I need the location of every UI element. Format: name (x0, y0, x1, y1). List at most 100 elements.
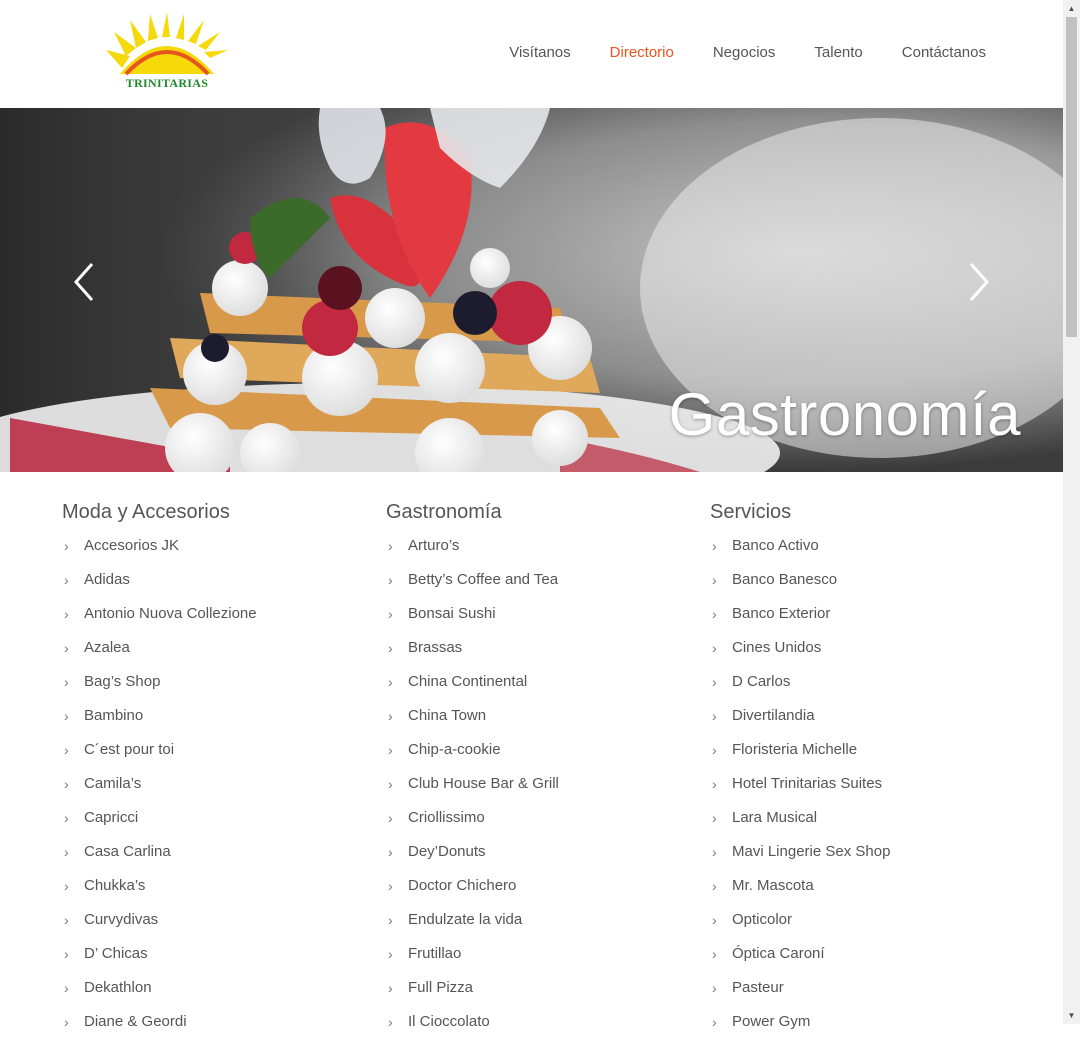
store-link[interactable]: Bambino (84, 706, 143, 726)
store-link[interactable]: Doctor Chichero (408, 876, 516, 896)
store-link[interactable]: Arturo’s (408, 536, 459, 556)
store-link[interactable]: Brassas (408, 638, 462, 658)
store-link[interactable]: Dey’Donuts (408, 842, 486, 862)
store-link[interactable]: C´est pour toi (84, 740, 174, 760)
chevron-right-icon: › (64, 640, 69, 656)
directory-column-moda: Moda y Accesorios › Accesorios JK › Adidas… (62, 500, 362, 1046)
list-item: › Bambino (62, 706, 362, 740)
store-link[interactable]: Curvydivas (84, 910, 158, 930)
chevron-right-icon: › (388, 674, 393, 690)
store-link[interactable]: Dekathlon (84, 978, 152, 998)
slider-prev-button[interactable] (70, 260, 100, 304)
store-link[interactable]: Endulzate la vida (408, 910, 522, 930)
store-link[interactable]: Chip-a-cookie (408, 740, 501, 760)
store-link[interactable]: Opticolor (732, 910, 792, 930)
store-link[interactable]: Camila’s (84, 774, 141, 794)
chevron-right-icon: › (712, 1014, 717, 1030)
list-item: › Camila’s (62, 774, 362, 808)
store-link[interactable]: Mavi Lingerie Sex Shop (732, 842, 890, 862)
list-item: › Banco Exterior (710, 604, 1010, 638)
store-link[interactable]: Criollissimo (408, 808, 485, 828)
list-item: › D Carlos (710, 672, 1010, 706)
store-link[interactable]: China Continental (408, 672, 527, 692)
nav-item-visitanos[interactable]: Visítanos (509, 44, 570, 61)
store-link[interactable]: Frutillao (408, 944, 461, 964)
store-link[interactable]: Óptica Caroní (732, 944, 825, 964)
store-link[interactable]: D Carlos (732, 672, 790, 692)
chevron-right-icon: › (388, 776, 393, 792)
store-link[interactable]: Betty’s Coffee and Tea (408, 570, 558, 590)
chevron-right-icon: › (64, 844, 69, 860)
store-link[interactable]: Banco Activo (732, 536, 819, 556)
store-link[interactable]: Azalea (84, 638, 130, 658)
store-link[interactable]: Lara Musical (732, 808, 817, 828)
list-item: › Arturo’s (386, 536, 686, 570)
store-link[interactable]: Cines Unidos (732, 638, 821, 658)
list-item: › Club House Bar & Grill (386, 774, 686, 808)
list-item: › Lara Musical (710, 808, 1010, 842)
store-link[interactable]: Accesorios JK (84, 536, 179, 556)
directory-column-servicios: Servicios › Banco Activo › Banco Banesco ›… (710, 500, 1010, 1046)
store-link[interactable]: Divertilandia (732, 706, 815, 726)
store-link[interactable]: Banco Banesco (732, 570, 837, 590)
chevron-right-icon: › (712, 674, 717, 690)
chevron-right-icon: › (388, 810, 393, 826)
list-item: › Dey’Donuts (386, 842, 686, 876)
store-link[interactable]: Pasteur (732, 978, 784, 998)
chevron-right-icon: › (388, 538, 393, 554)
store-link[interactable]: Floristeria Michelle (732, 740, 857, 760)
nav-item-talento[interactable]: Talento (814, 44, 862, 61)
store-link[interactable]: Power Gym (732, 1012, 810, 1032)
list-item: › Casa Carlina (62, 842, 362, 876)
store-list: › Arturo’s › Betty’s Coffee and Tea › Bonsa… (386, 536, 686, 1046)
store-link[interactable]: Mr. Mascota (732, 876, 814, 896)
list-item: › Endulzate la vida (386, 910, 686, 944)
chevron-right-icon: › (388, 980, 393, 996)
chevron-right-icon: › (64, 606, 69, 622)
list-item: › China Continental (386, 672, 686, 706)
list-item: › Bonsai Sushi (386, 604, 686, 638)
chevron-right-icon: › (388, 640, 393, 656)
store-link[interactable]: Capricci (84, 808, 138, 828)
nav-item-directorio[interactable]: Directorio (610, 44, 674, 61)
list-item: › Azalea (62, 638, 362, 672)
slider-next-button[interactable] (963, 260, 993, 304)
nav-item-negocios[interactable]: Negocios (713, 44, 776, 61)
scrollbar-thumb[interactable] (1066, 17, 1077, 337)
store-link[interactable]: Bag’s Shop (84, 672, 160, 692)
list-item: › Opticolor (710, 910, 1010, 944)
list-item: › Chukka’s (62, 876, 362, 910)
chevron-right-icon: › (64, 810, 69, 826)
sun-logo-icon (106, 12, 228, 76)
store-link[interactable]: Antonio Nuova Collezione (84, 604, 257, 624)
list-item: › Mr. Mascota (710, 876, 1010, 910)
store-link[interactable]: Diane & Geordi (84, 1012, 187, 1032)
vertical-scrollbar[interactable]: ▲ ▼ (1063, 0, 1080, 1024)
trinitarias-logo[interactable]: TRINITARIAS (100, 12, 234, 94)
scroll-down-arrow-icon[interactable]: ▼ (1063, 1007, 1080, 1024)
list-item: › Frutillao (386, 944, 686, 978)
chevron-right-icon: › (388, 878, 393, 894)
store-link[interactable]: Casa Carlina (84, 842, 171, 862)
store-link[interactable]: Full Pizza (408, 978, 473, 998)
store-link[interactable]: Adidas (84, 570, 130, 590)
list-item: › Criollissimo (386, 808, 686, 842)
chevron-right-icon: › (712, 844, 717, 860)
store-link[interactable]: China Town (408, 706, 486, 726)
store-link[interactable]: Hotel Trinitarias Suites (732, 774, 882, 794)
scroll-up-arrow-icon[interactable]: ▲ (1063, 0, 1080, 17)
chevron-right-icon: › (64, 674, 69, 690)
store-link[interactable]: Chukka’s (84, 876, 145, 896)
chevron-right-icon: › (388, 572, 393, 588)
chevron-right-icon: › (388, 912, 393, 928)
store-link[interactable]: Banco Exterior (732, 604, 830, 624)
store-link[interactable]: D’ Chicas (84, 944, 148, 964)
list-item: › Full Pizza (386, 978, 686, 1012)
nav-item-contactanos[interactable]: Contáctanos (902, 44, 986, 61)
main-nav: Visítanos Directorio Negocios Talento Co… (509, 44, 986, 61)
list-item: › China Town (386, 706, 686, 740)
store-link[interactable]: Il Cioccolato (408, 1012, 490, 1032)
list-item: › Power Gym (710, 1012, 1010, 1046)
store-link[interactable]: Bonsai Sushi (408, 604, 496, 624)
store-link[interactable]: Club House Bar & Grill (408, 774, 559, 794)
